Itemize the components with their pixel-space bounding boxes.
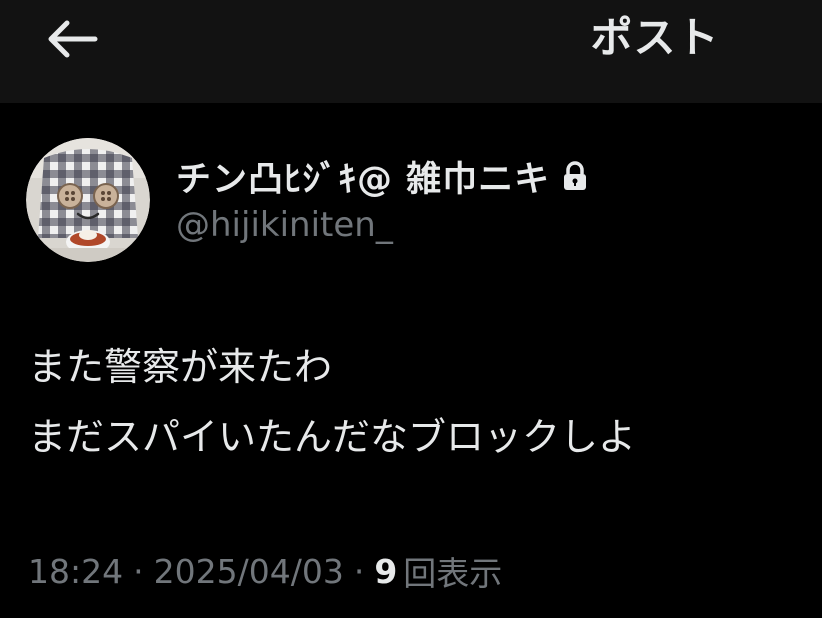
tweet-time[interactable]: 18:24: [28, 552, 123, 591]
tweet-date[interactable]: 2025/04/03: [154, 552, 344, 591]
tweet-line: まだスパイいたんだなブロックしよ: [28, 415, 637, 459]
views-label: 回表示: [403, 554, 503, 593]
meta-separator: ·: [353, 551, 365, 591]
display-name[interactable]: チン凸ﾋｼﾞｷ@ 雑巾ニキ: [176, 151, 550, 202]
meta-separator: ·: [133, 551, 144, 591]
back-button[interactable]: [38, 12, 104, 66]
tweet-meta: 18:24 · 2025/04/03 · 9 回表示: [28, 546, 502, 596]
views-count[interactable]: 9: [374, 552, 397, 591]
tweet-text: また警察が来たわ まだスパイいたんだなブロックしよ: [28, 332, 808, 472]
page-title: ポスト: [590, 13, 720, 62]
author-handle[interactable]: @hijikiniten_: [176, 205, 393, 245]
back-arrow-icon: [48, 20, 98, 58]
author-row: チン凸ﾋｼﾞｷ@ 雑巾ニキ: [176, 148, 590, 204]
avatar[interactable]: [26, 138, 150, 262]
lock-icon: [560, 160, 590, 192]
tweet-line: また警察が来たわ: [28, 345, 333, 389]
top-bar: ポスト: [0, 0, 822, 103]
